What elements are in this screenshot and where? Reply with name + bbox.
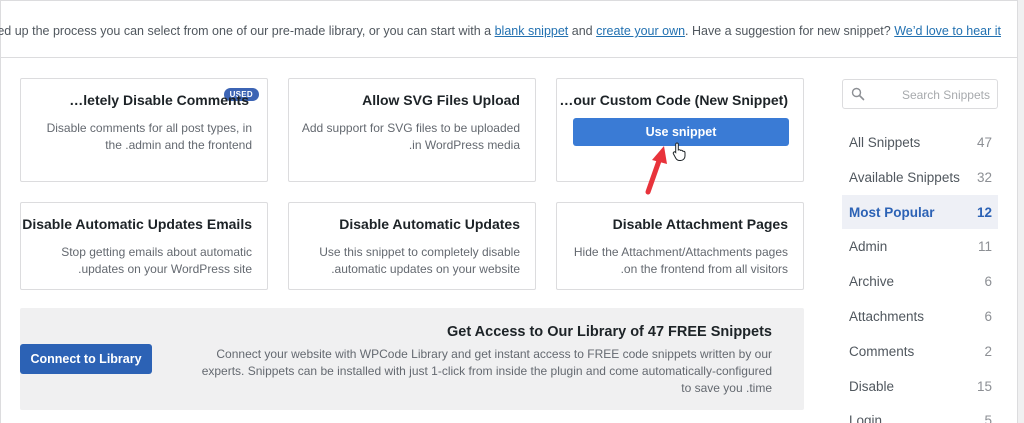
category-list: All Snippets 47 Available Snippets 32 Most… [842,125,998,423]
card-title: Allow SVG Files Upload [362,92,520,108]
category-label: Available Snippets [849,169,960,185]
category-count: 6 [984,308,992,324]
category-attachments[interactable]: Attachments 6 [842,299,998,334]
category-label: Disable [849,378,895,394]
snippet-card-disable-update-emails[interactable]: Disable Automatic Updates Emails Stop ge… [20,202,268,290]
card-description: Add support for SVG files to be uploaded… [301,121,520,152]
card-title: …letely Disable Comments [69,92,249,108]
search-placeholder: Search Snippets [901,88,990,102]
card-title: Disable Automatic Updates Emails [22,216,252,232]
search-icon [851,87,865,101]
card-title: Disable Automatic Updates [339,216,520,232]
notice-text: !To speed up the process you can select … [0,24,1001,38]
card-description: Stop getting emails about automatic .upd… [61,245,252,276]
category-label: Comments [849,343,915,359]
card-description: Use this snippet to completely disable .… [319,245,520,276]
category-login[interactable]: Login 5 [842,403,998,423]
promo-description: Connect your website with WPCode Library… [201,347,772,395]
card-description: Hide the Attachment/Attachments pages .o… [573,245,788,276]
hand-pointer-icon [672,142,686,161]
notice-text-suggestion: . Have a suggestion for new snippet? [685,24,891,38]
category-label: All Snippets [849,135,921,150]
category-count: 2 [984,343,992,359]
category-label: Archive [849,274,895,290]
snippet-card-svg-upload[interactable]: Allow SVG Files Upload Add support for S… [288,78,536,182]
notice-text-pre: !To speed up the process you can select … [0,24,492,38]
library-promo: Get Access to Our Library of 47 FREE Sni… [20,308,804,410]
category-admin[interactable]: Admin 11 [842,229,998,264]
promo-title: Get Access to Our Library of 47 FREE Sni… [447,324,772,340]
connect-library-button[interactable]: Connect to Library [20,344,152,374]
notice-bar: !To speed up the process you can select … [0,0,1018,58]
category-count: 12 [976,204,992,220]
category-most-popular[interactable]: Most Popular 12 [842,194,998,230]
snippet-card-disable-attachment-pages[interactable]: Disable Attachment Pages Hide the Attach… [556,202,804,290]
category-count: 5 [984,413,992,423]
category-available-snippets[interactable]: Available Snippets 32 [842,160,998,195]
category-count: 6 [984,274,992,290]
category-all-snippets[interactable]: All Snippets 47 [842,125,998,160]
blank-snippet-link[interactable]: blank snippet [495,24,569,38]
category-count: 11 [977,239,992,255]
snippet-card-disable-comments[interactable]: USED …letely Disable Comments Disable co… [20,78,268,182]
card-title: Disable Attachment Pages [612,216,788,232]
category-comments[interactable]: Comments 2 [842,334,998,369]
search-input[interactable]: Search Snippets [842,79,998,109]
category-count: 32 [976,169,992,185]
category-label: Admin [849,239,888,255]
create-your-own-link[interactable]: create your own [596,24,685,38]
snippet-card-disable-updates[interactable]: Disable Automatic Updates Use this snipp… [288,202,536,290]
category-label: Login [849,413,883,423]
notice-text-and: and [571,24,593,38]
category-count: 47 [976,135,992,150]
category-label: Attachments [849,308,925,324]
card-description: Disable comments for all post types, in … [46,121,252,152]
category-count: 15 [976,378,992,394]
category-disable[interactable]: Disable 15 [842,369,998,404]
card-title: …our Custom Code (New Snippet) [559,92,788,108]
category-archive[interactable]: Archive 6 [842,264,998,299]
category-label: Most Popular [849,204,935,220]
suggestion-link[interactable]: We’d love to hear it [894,24,1001,38]
